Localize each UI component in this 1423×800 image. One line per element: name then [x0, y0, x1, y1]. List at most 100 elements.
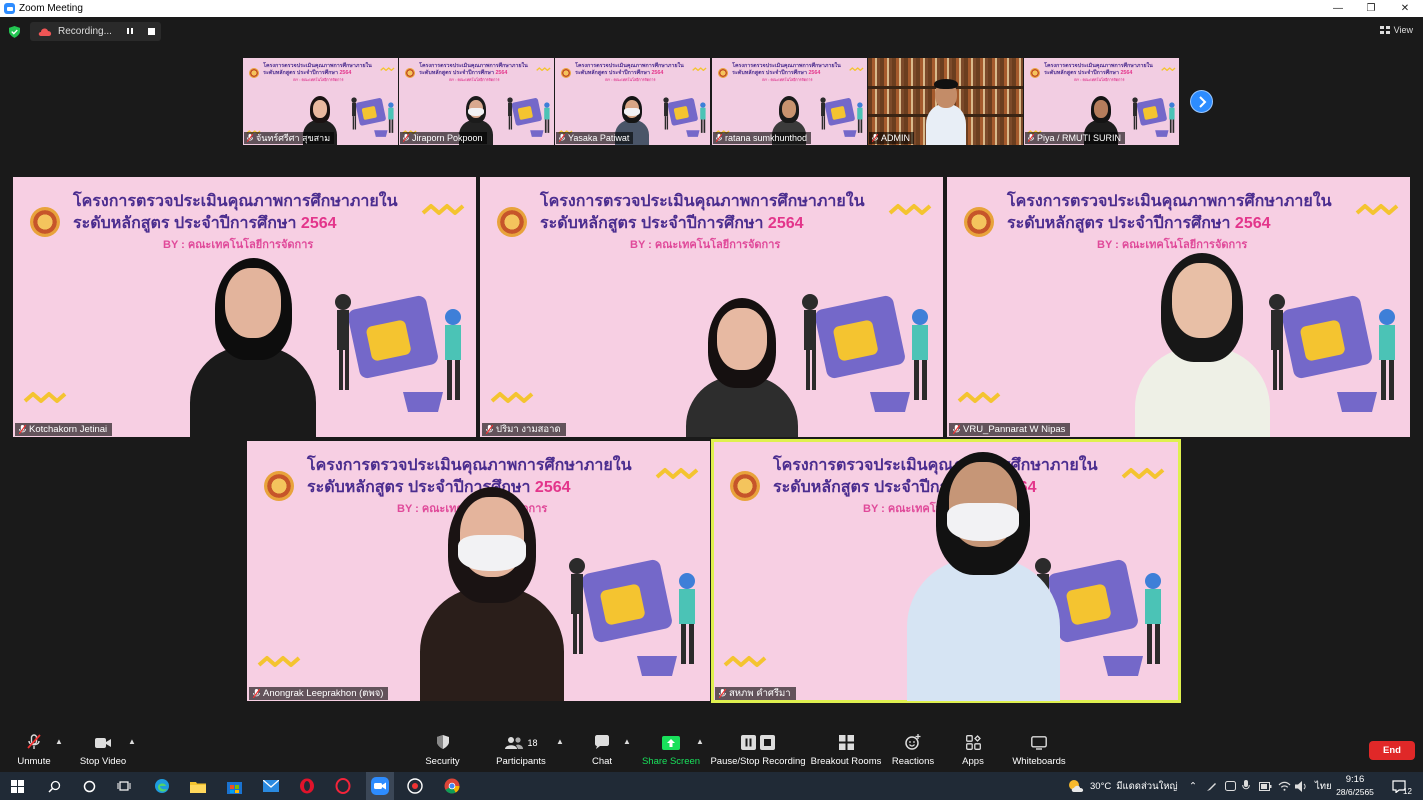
- participant-thumbnail[interactable]: โครงการตรวจประเมินคุณภาพการศึกษาภายใน ระ…: [399, 58, 554, 145]
- video-options-chevron-up-icon[interactable]: ▲: [128, 737, 136, 746]
- microsoft-store-icon[interactable]: [225, 777, 243, 795]
- participants-count-badge: 18: [527, 738, 538, 748]
- participant-thumbnail[interactable]: โครงการตรวจประเมินคุณภาพการศึกษาภายใน ระ…: [1024, 58, 1179, 145]
- clock[interactable]: 9:16 28/6/2565: [1336, 772, 1374, 800]
- volume-icon[interactable]: [1295, 772, 1308, 800]
- pen-icon[interactable]: [1206, 772, 1217, 800]
- search-icon[interactable]: [45, 777, 63, 795]
- stop-recording-icon[interactable]: [148, 28, 155, 35]
- slide-title-line2: ระดับหลักสูตร ประจำปีการศึกษา 2564: [419, 70, 508, 77]
- show-hidden-icons-chevron-icon[interactable]: ⌃: [1189, 772, 1197, 800]
- file-explorer-icon[interactable]: [189, 777, 207, 795]
- chat-options-chevron-up-icon[interactable]: ▲: [623, 737, 631, 746]
- participant-video-hair: [934, 79, 958, 89]
- slide-subtitle: BY : คณะเทคโนโลยีการจัดการ: [630, 239, 781, 251]
- meet-now-icon[interactable]: [1225, 772, 1236, 800]
- muted-mic-icon: [403, 134, 409, 142]
- windows-start-icon[interactable]: [8, 777, 26, 795]
- clock-date: 28/6/2565: [1336, 787, 1374, 797]
- participant-name-label: ปริมา งามสอาด: [482, 423, 566, 436]
- chrome-browser-icon[interactable]: [443, 777, 461, 795]
- zoom-taskbar-icon[interactable]: [366, 772, 394, 800]
- university-emblem-icon: [964, 207, 994, 237]
- breakout-rooms-button[interactable]: Breakout Rooms: [811, 728, 881, 772]
- minimize-button[interactable]: —: [1322, 0, 1354, 17]
- close-button[interactable]: ✕: [1389, 0, 1421, 17]
- puzzle-illustration-icon: [662, 97, 706, 137]
- microphone-tray-icon[interactable]: [1242, 772, 1250, 800]
- audio-options-chevron-up-icon[interactable]: ▲: [55, 737, 63, 746]
- whiteboards-button[interactable]: Whiteboards: [1012, 728, 1066, 772]
- security-label: Security: [425, 756, 460, 767]
- maximize-button[interactable]: ❐: [1355, 0, 1387, 17]
- edge-browser-icon[interactable]: [153, 777, 171, 795]
- zigzag-decoration-icon: [535, 67, 551, 71]
- weather-temperature: 30°C: [1090, 780, 1112, 792]
- notifications-button[interactable]: 12: [1392, 772, 1412, 800]
- participant-video-tile[interactable]: โครงการตรวจประเมินคุณภาพการศึกษาภายใน ระ…: [13, 177, 476, 437]
- share-screen-button[interactable]: Share Screen: [641, 728, 701, 772]
- participant-name-label: จันทร์ศรีศา สุขสาม: [244, 132, 335, 144]
- participant-thumbnail[interactable]: โครงการตรวจประเมินคุณภาพการศึกษาภายใน ระ…: [712, 58, 867, 145]
- pause-stop-recording-button[interactable]: Pause/Stop Recording: [710, 728, 806, 772]
- security-shield-icon: [436, 735, 449, 749]
- unmute-button[interactable]: Unmute: [14, 728, 54, 772]
- mail-icon[interactable]: [262, 777, 280, 795]
- encryption-shield-icon[interactable]: [9, 26, 20, 38]
- participant-thumbnail[interactable]: โครงการตรวจประเมินคุณภาพการศึกษาภายใน ระ…: [243, 58, 398, 145]
- weather-widget[interactable]: 30°C มีแดดส่วนใหญ่: [1068, 772, 1178, 800]
- share-screen-label: Share Screen: [641, 756, 701, 767]
- university-emblem-icon: [497, 207, 527, 237]
- muted-mic-icon: [716, 134, 722, 142]
- muted-mic-icon: [19, 425, 26, 434]
- wifi-icon[interactable]: [1278, 772, 1291, 800]
- participant-thumbnail[interactable]: ADMIN: [868, 58, 1023, 145]
- participant-thumbnail[interactable]: โครงการตรวจประเมินคุณภาพการศึกษาภายใน ระ…: [555, 58, 710, 145]
- reactions-smiley-icon: [905, 734, 921, 750]
- share-options-chevron-up-icon[interactable]: ▲: [696, 737, 704, 746]
- next-page-button[interactable]: [1190, 90, 1213, 113]
- muted-mic-icon: [1028, 134, 1034, 142]
- puzzle-illustration-icon: [1269, 294, 1395, 412]
- opera-browser-icon[interactable]: [298, 777, 316, 795]
- input-language[interactable]: ไทย: [1315, 772, 1332, 800]
- participant-video-face: [312, 99, 328, 118]
- participant-video-tile[interactable]: โครงการตรวจประเมินคุณภาพการศึกษาภายใน ระ…: [247, 441, 710, 701]
- screen-recorder-icon[interactable]: [406, 777, 424, 795]
- sun-cloud-icon: [1069, 780, 1084, 792]
- zigzag-decoration-icon: [257, 656, 301, 667]
- task-view-icon[interactable]: [115, 777, 133, 795]
- participant-video-tile[interactable]: โครงการตรวจประเมินคุณภาพการศึกษาภายใน ระ…: [480, 177, 943, 437]
- participant-name-label: Yasaka Patiwat: [556, 132, 634, 144]
- pause-recording-icon[interactable]: [127, 27, 135, 36]
- security-button[interactable]: Security: [420, 728, 465, 772]
- battery-icon[interactable]: [1259, 772, 1272, 800]
- muted-mic-icon: [486, 425, 493, 434]
- participant-name-label: Jiraporn Pokpoon: [400, 132, 487, 144]
- participants-options-chevron-up-icon[interactable]: ▲: [556, 737, 564, 746]
- participant-video-tile[interactable]: โครงการตรวจประเมินคุณภาพการศึกษาภายใน ระ…: [947, 177, 1410, 437]
- participants-button[interactable]: 18 Participants: [495, 728, 547, 772]
- stop-video-button[interactable]: Stop Video: [78, 728, 128, 772]
- title-bar: Zoom Meeting — ❐ ✕: [0, 0, 1423, 17]
- view-button[interactable]: View: [1379, 25, 1413, 35]
- slide-subtitle: BY : คณะเทคโนโลยีการจัดการ: [449, 78, 500, 83]
- recording-status-text: Recording...: [58, 26, 112, 37]
- participant-video-face: [1172, 263, 1232, 338]
- apps-button[interactable]: Apps: [956, 728, 990, 772]
- active-speaker-video-tile[interactable]: โครงการตรวจประเมินคุณภาพการศึกษาภายใน ระ…: [711, 439, 1181, 703]
- puzzle-illustration-icon: [350, 97, 394, 137]
- muted-mic-icon: [872, 134, 878, 142]
- slide-subtitle: BY : คณะเทคโนโลยีการจัดการ: [605, 78, 656, 83]
- end-meeting-button[interactable]: End: [1369, 741, 1415, 760]
- cortana-icon[interactable]: [80, 777, 98, 795]
- puzzle-illustration-icon: [506, 97, 550, 137]
- whiteboard-icon: [1031, 736, 1047, 750]
- meeting-controls-toolbar: Unmute ▲ Stop Video ▲ Security 18 Partic…: [0, 728, 1423, 772]
- opera-gx-icon[interactable]: [334, 777, 352, 795]
- zigzag-decoration-icon: [379, 67, 395, 71]
- chat-button[interactable]: Chat: [584, 728, 620, 772]
- participant-video-face: [1093, 99, 1109, 118]
- reactions-button[interactable]: Reactions: [892, 728, 934, 772]
- breakout-rooms-icon: [838, 735, 854, 750]
